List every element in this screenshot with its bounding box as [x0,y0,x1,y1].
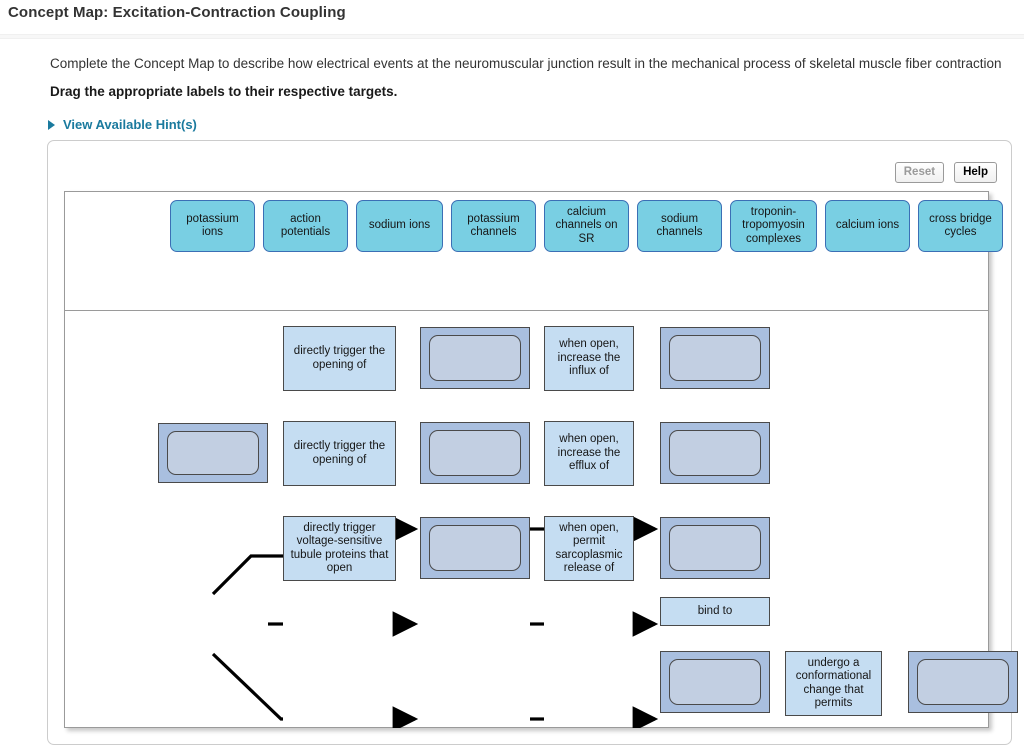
reset-button[interactable]: Reset [894,162,945,183]
header-divider [0,34,1024,39]
bank-label[interactable]: sodium channels [637,200,722,252]
instruction-text: Complete the Concept Map to describe how… [50,56,1002,71]
drop-target[interactable] [158,423,268,483]
drop-target-slot[interactable] [429,525,521,571]
concept-map-diagram: directly trigger the opening of when open… [65,311,1018,728]
drop-target-slot[interactable] [429,335,521,381]
drag-instruction-text: Drag the appropriate labels to their res… [50,84,398,99]
relationship-phrase-box: directly trigger the opening of [283,421,396,486]
bank-label[interactable]: potassium channels [451,200,536,252]
activity-panel: Reset Help potassium ions action potentia… [47,140,1018,745]
drop-target-slot[interactable] [429,430,521,476]
bank-label[interactable]: sodium ions [356,200,443,252]
drop-target-slot[interactable] [917,659,1009,705]
bank-label[interactable]: calcium ions [825,200,910,252]
toolbar: Reset Help [894,162,997,183]
view-hints-label: View Available Hint(s) [63,117,197,132]
bank-label[interactable]: action potentials [263,200,348,252]
concept-map-canvas-container: potassium ions action potentials sodium io… [64,191,1018,728]
drop-target-slot[interactable] [669,659,761,705]
drop-target[interactable] [660,517,770,579]
help-button[interactable]: Help [954,162,997,183]
drop-target-slot[interactable] [669,335,761,381]
view-hints-toggle[interactable]: View Available Hint(s) [48,117,197,132]
drop-target[interactable] [660,422,770,484]
relationship-phrase-box: when open, permit sarcoplasmic release o… [544,516,634,581]
bank-label[interactable]: cross bridge cycles [918,200,1003,252]
drop-target[interactable] [420,327,530,389]
page-title: Concept Map: Excitation-Contraction Coup… [8,4,346,21]
bank-label[interactable]: troponin-tropomyosin complexes [730,200,817,252]
triangle-right-icon [48,119,55,130]
bank-label[interactable]: potassium ions [170,200,255,252]
drop-target[interactable] [420,517,530,579]
relationship-phrase-box: directly trigger the opening of [283,326,396,391]
relationship-phrase-box: when open, increase the influx of [544,326,634,391]
bank-label[interactable]: calcium channels on SR [544,200,629,252]
drop-target-slot[interactable] [669,430,761,476]
relationship-phrase-box: bind to [660,597,770,626]
drop-target[interactable] [660,327,770,389]
label-bank: potassium ions action potentials sodium io… [65,192,1003,310]
drop-target[interactable] [660,651,770,713]
drop-target[interactable] [420,422,530,484]
relationship-phrase-box: directly trigger voltage-sensitive tubul… [283,516,396,581]
relationship-phrase-box: undergo a conformational change that per… [785,651,882,716]
drop-target[interactable] [908,651,1018,713]
relationship-phrase-box: when open, increase the efflux of [544,421,634,486]
drop-target-slot[interactable] [669,525,761,571]
drop-target-slot[interactable] [167,431,259,475]
